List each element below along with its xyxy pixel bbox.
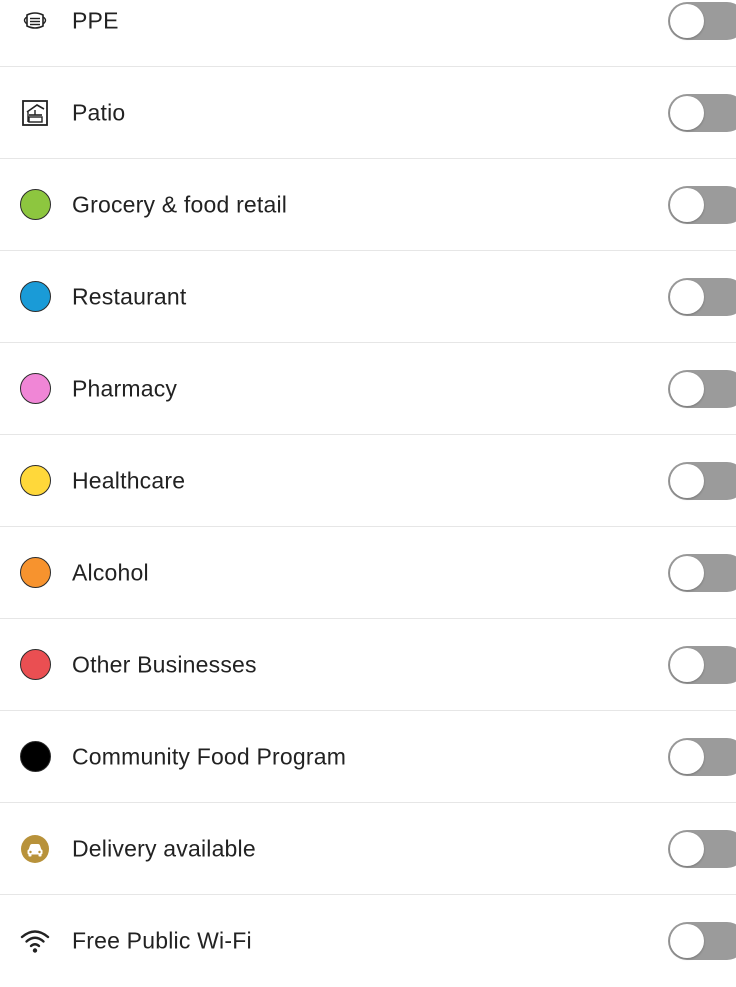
filter-label-restaurant: Restaurant [72,283,187,309]
toggle-knob [670,95,704,130]
toggle-ppe[interactable] [668,1,736,40]
healthcare-dot-icon [18,464,52,498]
filter-label-other-businesses: Other Businesses [72,651,257,677]
toggle-knob [670,647,704,682]
filter-label-patio: Patio [72,99,126,125]
toggle-knob [670,739,704,774]
category-dot [19,649,51,680]
toggle-healthcare[interactable] [668,461,736,500]
filter-row-grocery: Grocery & food retail [0,159,736,251]
toggle-knob [670,831,704,866]
ppe-mask-icon [18,4,52,38]
category-dot [19,741,51,772]
filter-label-delivery: Delivery available [72,835,256,861]
filter-label-grocery: Grocery & food retail [72,191,288,217]
filter-label-ppe: PPE [72,7,119,33]
toggle-knob [670,371,704,406]
filter-label-pharmacy: Pharmacy [72,375,178,401]
toggle-knob [670,279,704,314]
category-dot [19,557,51,588]
filter-row-ppe: PPE [0,0,736,67]
filter-row-wifi: Free Public Wi-Fi [0,895,736,987]
category-dot [19,189,51,220]
other-businesses-dot-icon [18,648,52,682]
toggle-knob [670,924,704,958]
filter-label-community-food: Community Food Program [72,743,347,769]
toggle-other-businesses[interactable] [668,645,736,684]
filter-list: PPE Patio Grocery & food retail Restaura [0,0,736,987]
restaurant-dot-icon [18,280,52,314]
toggle-alcohol[interactable] [668,553,736,592]
patio-icon [18,96,52,130]
toggle-wifi[interactable] [668,922,736,960]
category-dot [19,373,51,404]
filter-row-community-food: Community Food Program [0,711,736,803]
toggle-restaurant[interactable] [668,277,736,316]
category-dot [19,281,51,312]
toggle-knob [670,187,704,222]
grocery-dot-icon [18,188,52,222]
community-food-dot-icon [18,740,52,774]
toggle-knob [670,3,704,38]
toggle-community-food[interactable] [668,737,736,776]
toggle-pharmacy[interactable] [668,369,736,408]
filter-row-alcohol: Alcohol [0,527,736,619]
filter-label-alcohol: Alcohol [72,559,149,585]
alcohol-dot-icon [18,556,52,590]
category-dot [19,465,51,496]
filter-row-pharmacy: Pharmacy [0,343,736,435]
filter-row-other-businesses: Other Businesses [0,619,736,711]
filter-label-wifi: Free Public Wi-Fi [72,927,252,954]
filter-row-restaurant: Restaurant [0,251,736,343]
toggle-delivery[interactable] [668,829,736,868]
filter-label-healthcare: Healthcare [72,467,186,493]
pharmacy-dot-icon [18,372,52,406]
toggle-patio[interactable] [668,93,736,132]
toggle-knob [670,463,704,498]
filter-row-delivery: Delivery available [0,803,736,895]
toggle-grocery[interactable] [668,185,736,224]
filter-row-healthcare: Healthcare [0,435,736,527]
delivery-car-icon [18,832,52,866]
filter-row-patio: Patio [0,67,736,159]
toggle-knob [670,555,704,590]
wifi-icon [18,924,52,958]
